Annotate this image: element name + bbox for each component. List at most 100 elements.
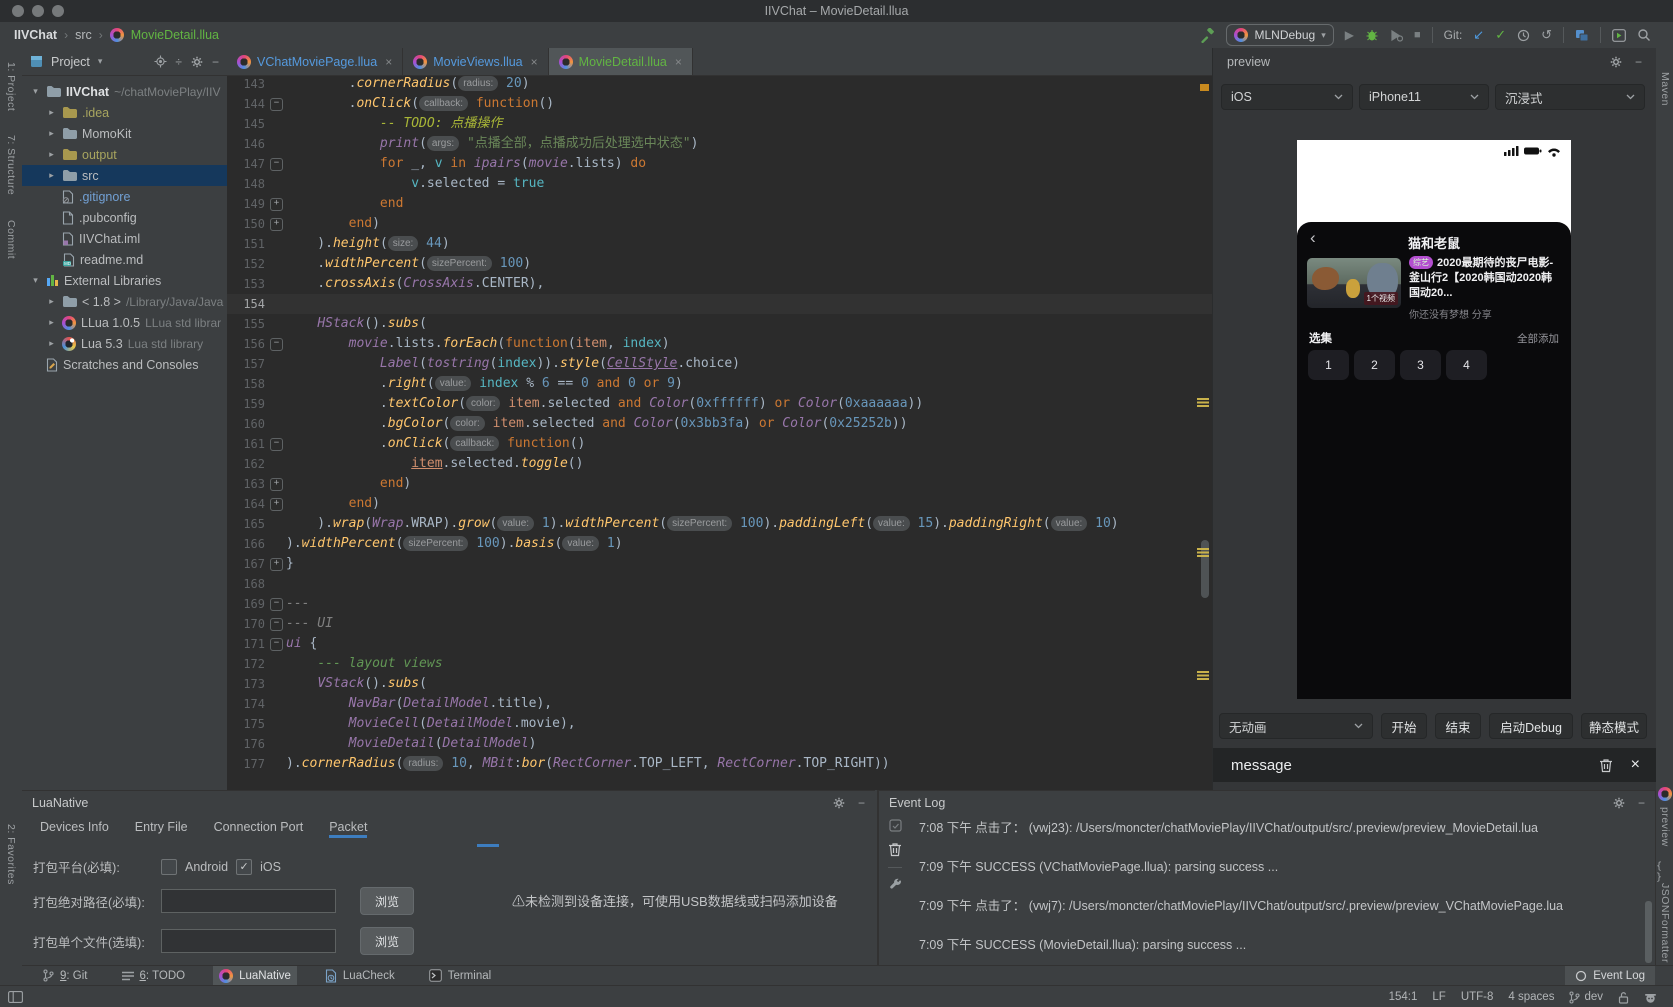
tool-tab-9: Git[interactable]: 9: Git xyxy=(37,966,94,986)
code-line-148[interactable]: 148 v.selected = true xyxy=(227,174,1212,194)
code-line-151[interactable]: 151 ).height(size: 44) xyxy=(227,234,1212,254)
history-button[interactable] xyxy=(1517,29,1530,42)
fold-marker-icon[interactable]: − xyxy=(270,638,283,651)
code-line-152[interactable]: 152 .widthPercent(sizePercent: 100) xyxy=(227,254,1212,274)
movie-thumbnail[interactable]: 1个视频 xyxy=(1307,258,1401,308)
episode-button-1[interactable]: 1 xyxy=(1308,350,1349,380)
tree-arrow-icon[interactable]: ▾ xyxy=(30,275,41,286)
tree-item-IIVChat[interactable]: ▾ IIVChat ~/chatMoviePlay/IIV xyxy=(22,81,227,102)
fold-marker-icon[interactable]: − xyxy=(270,618,283,631)
package-path-input[interactable] xyxy=(161,889,336,913)
zoom-window-button[interactable] xyxy=(52,5,64,17)
code-line-154[interactable]: 154 xyxy=(227,294,1212,314)
tool-window-toggle-icon[interactable] xyxy=(8,991,23,1003)
mark-read-icon[interactable] xyxy=(888,819,902,832)
code-line-175[interactable]: 175 MovieCell(DetailModel.movie), xyxy=(227,714,1212,734)
gear-icon[interactable] xyxy=(1609,55,1623,69)
tree-arrow-icon[interactable]: ▸ xyxy=(46,338,57,349)
code-line-177[interactable]: 177).cornerRadius(radius: 10, MBit:bor(R… xyxy=(227,754,1212,774)
editor[interactable]: 143 .cornerRadius(radius: 20) 144− .onCli… xyxy=(227,76,1212,791)
stripe-jsonformatter[interactable]: JSONFormatter xyxy=(1659,883,1671,963)
code-line-159[interactable]: 159 .textColor(color: item.selected and … xyxy=(227,394,1212,414)
tab-MovieDetail.llua[interactable]: MovieDetail.llua × xyxy=(548,48,693,75)
build-button[interactable] xyxy=(1200,27,1215,43)
project-structure-button[interactable] xyxy=(1575,29,1589,42)
tree-item-src[interactable]: ▸ src xyxy=(22,165,227,186)
collapse-all-button[interactable]: ÷ xyxy=(175,55,182,69)
breadcrumb-dir[interactable]: src xyxy=(75,28,92,42)
breadcrumb-project[interactable]: IIVChat xyxy=(14,28,57,42)
package-file-input[interactable] xyxy=(161,929,336,953)
fold-marker-icon[interactable]: − xyxy=(270,598,283,611)
clear-log-icon[interactable] xyxy=(888,842,902,857)
tab-MovieViews.llua[interactable]: MovieViews.llua × xyxy=(403,48,549,75)
tree-item-LLua 1.0.5[interactable]: ▸ LLua 1.0.5 LLua std librar xyxy=(22,312,227,333)
tree-item-Scratches and Consoles[interactable]: Scratches and Consoles xyxy=(22,354,227,375)
caret-position[interactable]: 154:1 xyxy=(1389,991,1418,1003)
git-update-button[interactable]: ↙ xyxy=(1473,27,1484,43)
tree-item-output[interactable]: ▸ output xyxy=(22,144,227,165)
eventlog-toggle-button[interactable]: Event Log xyxy=(1565,966,1655,986)
tree-item-< 1.8 >[interactable]: ▸ < 1.8 >/Library/Java/Java xyxy=(22,291,227,312)
git-commit-button[interactable]: ✓ xyxy=(1495,27,1506,43)
episode-button-4[interactable]: 4 xyxy=(1446,350,1487,380)
hide-panel-button[interactable]: − xyxy=(1638,796,1645,810)
stripe-preview[interactable]: preview xyxy=(1659,807,1671,847)
code-line-174[interactable]: 174 NavBar(DetailModel.title), xyxy=(227,694,1212,714)
code-line-145[interactable]: 145 -- TODO: 点播操作 xyxy=(227,114,1212,134)
debug-button[interactable] xyxy=(1365,28,1379,42)
close-tab-icon[interactable]: × xyxy=(531,55,538,69)
code-line-169[interactable]: 169− --- xyxy=(227,594,1212,614)
code-line-168[interactable]: 168 xyxy=(227,574,1212,594)
tree-item-IIVChat.iml[interactable]: IIVChat.iml xyxy=(22,228,227,249)
breadcrumb-file[interactable]: MovieDetail.llua xyxy=(131,28,219,42)
run-button[interactable]: ▶ xyxy=(1345,28,1354,42)
code-line-160[interactable]: 160 .bgColor(color: item.selected and Co… xyxy=(227,414,1212,434)
browse-file-button[interactable]: 浏览 xyxy=(360,927,414,955)
tool-tab-Terminal[interactable]: Terminal xyxy=(423,966,497,986)
code-line-155[interactable]: 155 HStack().subs( xyxy=(227,314,1212,334)
android-checkbox[interactable] xyxy=(161,858,177,875)
fold-marker-icon[interactable]: − xyxy=(270,98,283,111)
code-line-165[interactable]: 165 ).wrap(Wrap.WRAP).grow(value: 1).wid… xyxy=(227,514,1212,534)
fold-marker-icon[interactable]: − xyxy=(270,338,283,351)
code-line-144[interactable]: 144− .onClick(callback: function() xyxy=(227,94,1212,114)
stripe-todo-mark[interactable] xyxy=(1197,548,1209,557)
code-line-164[interactable]: 164 + end) xyxy=(227,494,1212,514)
code-line-158[interactable]: 158 .right(value: index % 6 == 0 and 0 o… xyxy=(227,374,1212,394)
device-dropdown[interactable]: iPhone11 xyxy=(1359,84,1489,110)
fold-marker-icon[interactable]: + xyxy=(270,498,283,511)
close-tab-icon[interactable]: × xyxy=(385,55,392,69)
tree-arrow-icon[interactable]: ▸ xyxy=(46,170,57,181)
close-window-button[interactable] xyxy=(12,5,24,17)
locate-file-button[interactable] xyxy=(154,55,167,68)
gear-icon[interactable] xyxy=(832,796,846,810)
fold-marker-icon[interactable]: − xyxy=(270,158,283,171)
hide-panel-button[interactable]: − xyxy=(858,796,865,810)
tree-arrow-icon[interactable]: ▸ xyxy=(46,149,57,160)
tool-tab-LuaCheck[interactable]: LuaCheck xyxy=(319,966,401,986)
ios-checkbox[interactable]: ✓ xyxy=(236,858,253,875)
gear-icon[interactable] xyxy=(1612,796,1626,810)
tree-item-.idea[interactable]: ▸ .idea xyxy=(22,102,227,123)
chevron-down-icon[interactable]: ▾ xyxy=(98,56,103,67)
code-line-143[interactable]: 143 .cornerRadius(radius: 20) xyxy=(227,76,1212,94)
tree-arrow-icon[interactable]: ▸ xyxy=(46,317,57,328)
code-line-150[interactable]: 150 + end) xyxy=(227,214,1212,234)
stripe-commit[interactable]: Commit xyxy=(5,220,17,259)
tree-item-readme.md[interactable]: MD readme.md xyxy=(22,249,227,270)
file-encoding[interactable]: UTF-8 xyxy=(1461,991,1494,1003)
code-line-153[interactable]: 153 .crossAxis(CrossAxis.CENTER), xyxy=(227,274,1212,294)
stripe-project[interactable]: 1: Project xyxy=(5,62,17,111)
code-line-162[interactable]: 162 item.selected.toggle() xyxy=(227,454,1212,474)
run-config-selector[interactable]: MLNDebug ▾ xyxy=(1226,24,1334,46)
tree-item-External Libraries[interactable]: ▾ External Libraries xyxy=(22,270,227,291)
platform-dropdown[interactable]: iOS xyxy=(1221,84,1353,110)
settings-wrench-icon[interactable] xyxy=(889,878,902,891)
start-button[interactable]: 开始 xyxy=(1381,713,1427,739)
stripe-todo-mark[interactable] xyxy=(1197,398,1209,407)
tab-Connection Port[interactable]: Connection Port xyxy=(214,820,304,838)
profiler-button[interactable] xyxy=(1390,29,1403,42)
tab-Packet[interactable]: Packet xyxy=(329,820,368,838)
eventlog-scrollbar[interactable] xyxy=(1645,901,1652,963)
